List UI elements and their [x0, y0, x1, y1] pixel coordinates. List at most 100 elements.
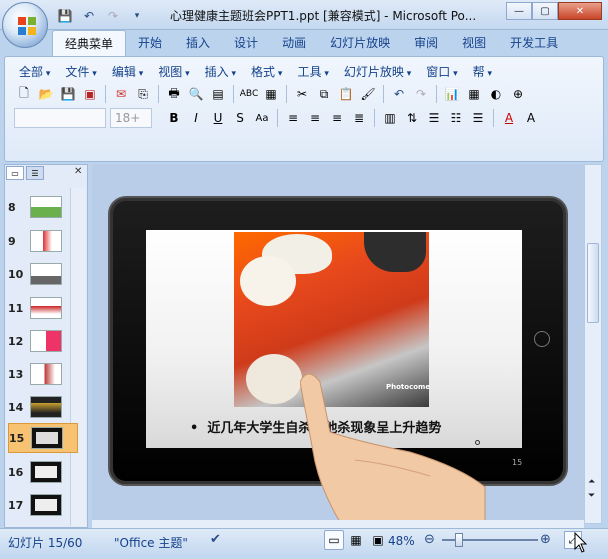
print-icon[interactable]: 🖶: [164, 84, 184, 104]
menu-format[interactable]: 格式: [246, 63, 292, 80]
maximize-icon[interactable]: ▢: [532, 2, 558, 20]
align-left-icon[interactable]: ≡: [283, 108, 303, 128]
slide-thumbnail[interactable]: 11: [8, 293, 78, 323]
tab-design[interactable]: 设计: [222, 30, 270, 56]
close-pane-icon[interactable]: ✕: [74, 166, 82, 177]
text-direction-icon[interactable]: ⇅: [402, 108, 422, 128]
undo-icon[interactable]: ↶: [80, 7, 98, 25]
redo-icon[interactable]: ↷: [411, 84, 431, 104]
slide-thumbnail[interactable]: 12: [8, 326, 78, 356]
copy-icon[interactable]: ⧉: [314, 84, 334, 104]
zoom-icon[interactable]: ⊕: [508, 84, 528, 104]
menu-view[interactable]: 视图: [153, 63, 199, 80]
table-icon[interactable]: ▦: [464, 84, 484, 104]
email-icon[interactable]: ✉: [111, 84, 131, 104]
normal-view-icon[interactable]: ▭: [324, 530, 344, 550]
mouse-cursor-icon: [574, 532, 588, 553]
tab-animation[interactable]: 动画: [270, 30, 318, 56]
save-icon[interactable]: 💾: [58, 84, 78, 104]
slide-thumbnail[interactable]: 8: [8, 192, 78, 222]
numbering-icon[interactable]: ☰: [468, 108, 488, 128]
tab-home[interactable]: 开始: [126, 30, 174, 56]
tab-developer[interactable]: 开发工具: [498, 30, 570, 56]
menu-insert[interactable]: 插入: [200, 63, 246, 80]
zoom-level[interactable]: 48%: [388, 534, 415, 548]
standard-toolbar: 🗋 📂 💾 ▣ ✉ ⎘ 🖶 🔍 ▤ ABC ▦ ✂ ⧉ 📋 🖌 ↶ ↷ 📊 ▦ …: [14, 84, 528, 104]
menu-help[interactable]: 帮: [468, 63, 492, 80]
tab-classic-menu[interactable]: 经典菜单: [52, 30, 127, 56]
slide-thumbnail[interactable]: 13: [8, 359, 78, 389]
thumb-image: [30, 297, 62, 319]
align-center-icon[interactable]: ≡: [305, 108, 325, 128]
font-color-icon[interactable]: A: [499, 108, 519, 128]
print-preview-icon[interactable]: 🔍: [186, 84, 206, 104]
horizontal-scrollbar[interactable]: [92, 520, 584, 528]
menu-edit[interactable]: 编辑: [107, 63, 153, 80]
menu-window[interactable]: 窗口: [421, 63, 467, 80]
menu-slideshow[interactable]: 幻灯片放映: [339, 63, 421, 80]
open-icon[interactable]: 📂: [36, 84, 56, 104]
slide-thumbnail[interactable]: 10: [8, 259, 78, 289]
slide-sorter-icon[interactable]: ▦: [346, 530, 366, 550]
office-button[interactable]: [2, 2, 48, 48]
cut-icon[interactable]: ✂: [292, 84, 312, 104]
undo-icon[interactable]: ↶: [389, 84, 409, 104]
prev-slide-icon[interactable]: ⏶: [588, 477, 595, 487]
menu-file[interactable]: 文件: [60, 63, 106, 80]
slides-tab-icon[interactable]: ▭: [6, 166, 24, 180]
increase-font-icon[interactable]: A: [521, 108, 541, 128]
spelling-icon[interactable]: ABC: [239, 84, 259, 104]
menu-tools[interactable]: 工具: [292, 63, 338, 80]
research-icon[interactable]: ▤: [208, 84, 228, 104]
new-icon[interactable]: 🗋: [14, 84, 34, 104]
scroll-thumb[interactable]: [587, 243, 599, 323]
permission-icon[interactable]: ▣: [80, 84, 100, 104]
zoom-in-icon[interactable]: ⊕: [540, 532, 551, 547]
slide-thumbnail[interactable]: 14: [8, 392, 78, 422]
change-case-icon[interactable]: Aa: [252, 108, 272, 128]
font-size-field[interactable]: 18+: [110, 108, 152, 128]
tab-view[interactable]: 视图: [450, 30, 498, 56]
minimize-icon[interactable]: —: [506, 2, 532, 20]
quick-access-toolbar: 💾 ↶ ↷ ▾: [56, 6, 146, 26]
justify-icon[interactable]: ≣: [349, 108, 369, 128]
columns-icon[interactable]: ▥: [380, 108, 400, 128]
underline-icon[interactable]: U: [208, 108, 228, 128]
tab-insert[interactable]: 插入: [174, 30, 222, 56]
thumb-number: 12: [8, 334, 24, 348]
slide-thumbnail[interactable]: 9: [8, 226, 78, 256]
redo-icon[interactable]: ↷: [104, 7, 122, 25]
slide-thumbnail-selected[interactable]: 15: [8, 423, 78, 453]
chart-icon[interactable]: 📊: [442, 84, 462, 104]
color-icon[interactable]: ◐: [486, 84, 506, 104]
pdf-icon[interactable]: ⎘: [133, 84, 153, 104]
align-right-icon[interactable]: ≡: [327, 108, 347, 128]
spelling-check-icon[interactable]: ✔: [210, 532, 221, 547]
menu-all[interactable]: 全部: [14, 63, 60, 80]
strikethrough-icon[interactable]: S: [230, 108, 250, 128]
vertical-scrollbar[interactable]: ⏶ ⏷: [584, 164, 602, 524]
save-icon[interactable]: 💾: [56, 7, 74, 25]
bold-icon[interactable]: B: [164, 108, 184, 128]
window-controls: — ▢ ✕: [506, 2, 602, 20]
italic-icon[interactable]: I: [186, 108, 206, 128]
thesaurus-icon[interactable]: ▦: [261, 84, 281, 104]
qat-dropdown-icon[interactable]: ▾: [128, 7, 146, 25]
slide-thumbnail[interactable]: 17: [8, 490, 78, 520]
paste-icon[interactable]: 📋: [336, 84, 356, 104]
outline-tab-icon[interactable]: ☰: [26, 166, 44, 180]
pane-tabs: ▭ ☰: [6, 166, 44, 180]
next-slide-icon[interactable]: ⏷: [588, 491, 595, 501]
bullets-icon[interactable]: ☷: [446, 108, 466, 128]
zoom-slider-thumb[interactable]: [455, 533, 463, 547]
slide-thumbnail[interactable]: 16: [8, 457, 78, 487]
align-text-icon[interactable]: ☰: [424, 108, 444, 128]
format-painter-icon[interactable]: 🖌: [358, 84, 378, 104]
zoom-out-icon[interactable]: ⊖: [424, 532, 435, 547]
font-name-field[interactable]: [14, 108, 106, 128]
thumb-image: [31, 427, 63, 449]
tab-review[interactable]: 审阅: [402, 30, 450, 56]
close-icon[interactable]: ✕: [558, 2, 602, 20]
slideshow-view-icon[interactable]: ▣: [368, 530, 388, 550]
tab-slideshow[interactable]: 幻灯片放映: [318, 30, 402, 56]
